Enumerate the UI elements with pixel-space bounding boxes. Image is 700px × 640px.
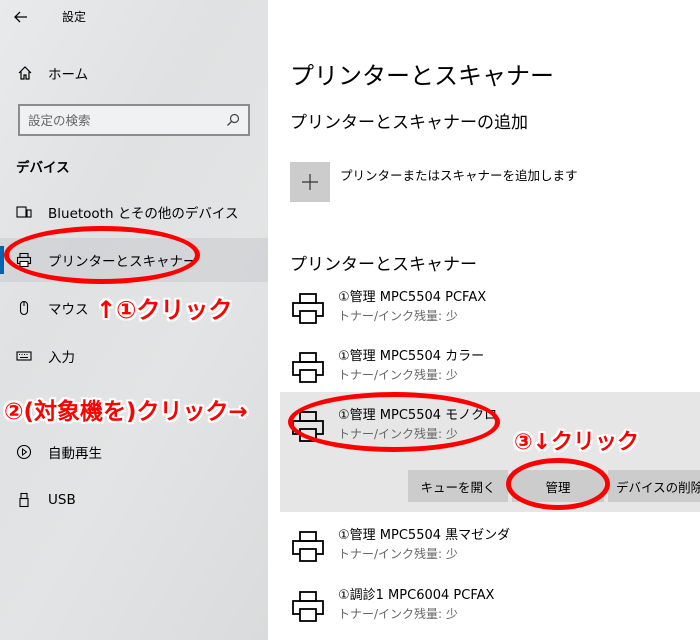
settings-window: 設定 ホーム デバイス Bluetoo [0,0,700,640]
printer-status: トナー/インク残量: 少 [338,607,458,621]
sidebar-item-label: USB [48,492,76,508]
sidebar-item-label: マウス [48,302,89,318]
sidebar-item-home[interactable]: ホーム [0,51,268,95]
autoplay-icon [16,444,32,460]
search-icon[interactable] [226,113,240,127]
annotation-circle-selected-printer [288,392,500,452]
sidebar-item-label: Bluetooth とその他のデバイス [48,206,239,222]
printer-icon [292,591,324,622]
printer-item[interactable]: ①管理 MPC5504 黒マゼンダ トナー/インク残量: 少 [268,518,700,578]
sidebar-home-label: ホーム [48,67,89,83]
keyboard-icon [16,351,32,361]
page-title: プリンターとスキャナー [290,62,554,90]
add-section-title: プリンターとスキャナーの追加 [290,113,528,133]
search-input[interactable] [28,112,226,128]
printer-item[interactable]: ①管理 MPC5504 PCFAX トナー/インク残量: 少 [268,280,700,340]
open-queue-button[interactable]: キューを開く [408,470,508,502]
annotation-step1: ↑①クリック [96,296,233,324]
printer-icon [292,531,324,562]
mouse-icon [19,300,29,316]
app-title: 設定 [62,10,87,24]
search-box[interactable] [18,104,250,136]
printer-status: トナー/インク残量: 少 [338,547,458,561]
sidebar-item-label: 自動再生 [48,446,102,462]
back-arrow-icon [14,11,27,23]
printer-name: ①管理 MPC5504 PCFAX [338,290,487,305]
sidebar-item-typing[interactable]: 入力 [0,334,268,378]
add-printer-button[interactable] [290,162,330,202]
main-content: プリンターとスキャナー プリンターとスキャナーの追加 プリンターまたはスキャナー… [268,0,700,640]
remove-device-button[interactable]: デバイスの削除 [608,470,700,502]
sidebar-item-label: 入力 [48,350,75,366]
printer-name: ①管理 MPC5504 黒マゼンダ [338,528,511,543]
printer-name: ①管理 MPC5504 カラー [338,349,485,364]
sidebar-item-autoplay[interactable]: 自動再生 [0,430,268,474]
printer-name: ①調診1 MPC6004 PCFAX [338,588,495,603]
annotation-step2: ②(対象機を)クリック→ [4,399,248,425]
add-printer-label[interactable]: プリンターまたはスキャナーを追加します [340,165,578,184]
home-icon [18,66,32,80]
printer-icon [292,352,324,383]
printers-section-title: プリンターとスキャナー [290,255,477,275]
printer-item[interactable]: ①管理 MPC5504 カラー トナー/インク残量: 少 [268,339,700,399]
printer-status: トナー/インク残量: 少 [338,309,458,323]
back-button[interactable] [14,6,38,28]
printer-status: トナー/インク残量: 少 [338,368,458,382]
annotation-step3: ③↓クリック [514,430,640,455]
sidebar-item-usb[interactable]: USB [0,478,268,522]
plus-icon [302,174,318,190]
printer-item[interactable]: ①調診1 MPC6004 PCFAX トナー/インク残量: 少 [268,578,700,638]
usb-icon [19,492,29,508]
bluetooth-devices-icon [16,206,32,218]
annotation-circle-manage [506,458,610,510]
annotation-circle-printers [4,226,200,284]
sidebar-section-title: デバイス [16,160,70,176]
printer-icon [292,293,324,324]
